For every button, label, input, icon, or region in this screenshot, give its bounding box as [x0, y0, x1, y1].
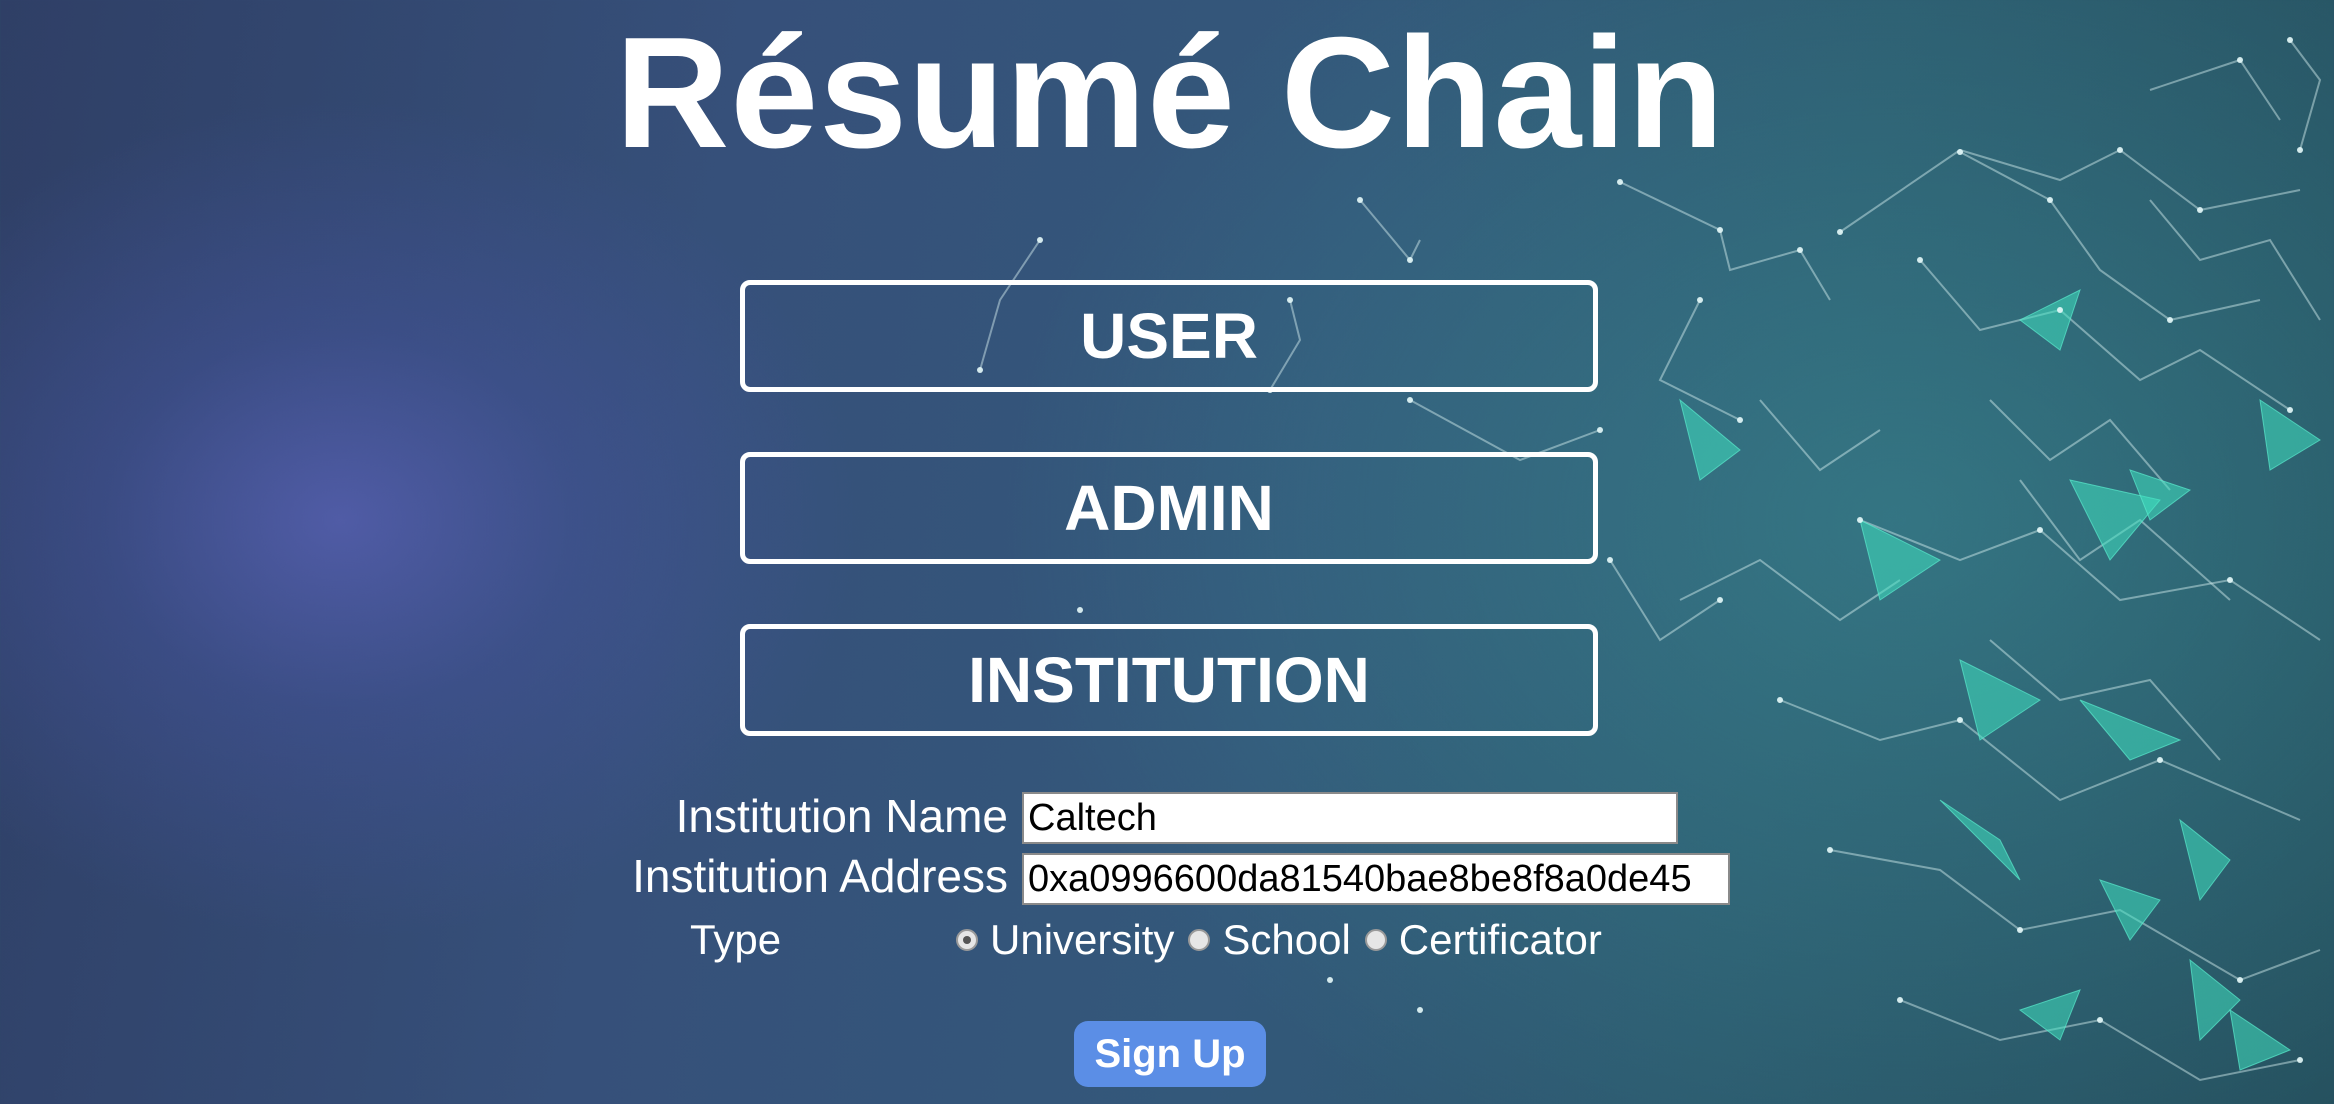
type-option-label: Certificator [1398, 916, 1602, 963]
institution-role-button[interactable]: INSTITUTION [740, 624, 1598, 736]
institution-address-input[interactable] [1022, 853, 1730, 905]
type-option-university[interactable]: University [956, 916, 1174, 964]
type-label: Type [690, 916, 782, 963]
type-radio-group: University School Certificator [956, 912, 1616, 968]
type-option-school[interactable]: School [1188, 916, 1351, 964]
institution-name-input[interactable] [1022, 792, 1678, 844]
type-option-label: University [990, 916, 1175, 963]
radio-university[interactable] [956, 929, 978, 951]
institution-address-label: Institution Address [632, 850, 1008, 902]
radio-school[interactable] [1188, 929, 1211, 951]
type-option-label: School [1222, 916, 1351, 963]
page-title: Résumé Chain [615, 5, 1725, 181]
user-role-button[interactable]: USER [740, 280, 1598, 392]
type-option-certificator[interactable]: Certificator [1364, 916, 1602, 964]
radio-certificator[interactable] [1364, 929, 1387, 951]
institution-name-label: Institution Name [675, 790, 1008, 842]
admin-role-button[interactable]: ADMIN [740, 452, 1598, 564]
sign-up-button[interactable]: Sign Up [1074, 1021, 1266, 1087]
